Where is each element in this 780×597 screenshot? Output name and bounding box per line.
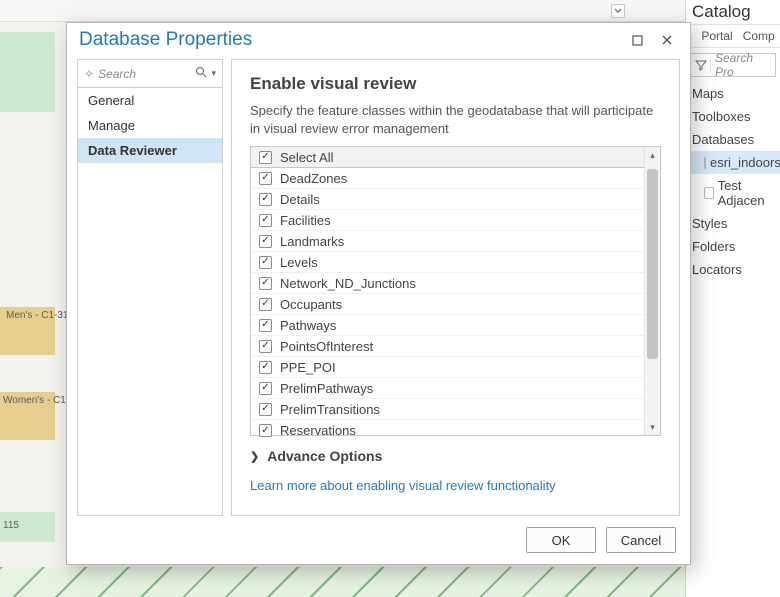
list-item-label: DeadZones [280,171,347,186]
scroll-down-icon[interactable]: ▾ [645,419,660,435]
collapse-button[interactable] [611,4,625,18]
checkbox[interactable] [259,340,272,353]
list-item[interactable]: PrelimPathways [251,378,644,399]
list-item[interactable]: PPE_POI [251,357,644,378]
catalog-panel: Catalog t Portal Comp Search Pro Maps To… [685,0,780,597]
catalog-item-locators[interactable]: Locators [686,258,780,281]
scroll-up-icon[interactable]: ▴ [645,147,660,163]
list-item-label: Pathways [280,318,336,333]
list-item[interactable]: Facilities [251,210,644,231]
checkbox[interactable] [259,235,272,248]
catalog-tab-computer[interactable]: Comp [743,29,775,43]
list-item-label: Network_ND_Junctions [280,276,416,291]
database-icon [704,157,706,169]
checkbox[interactable] [259,424,272,437]
checkbox[interactable] [259,403,272,416]
list-item[interactable]: Pathways [251,315,644,336]
maximize-button[interactable] [622,26,652,54]
list-item[interactable]: Levels [251,252,644,273]
select-all-label: Select All [280,150,333,165]
list-item[interactable]: PrelimTransitions [251,399,644,420]
room-label-3: 115 [3,520,19,531]
list-item[interactable]: Details [251,189,644,210]
catalog-db-indoors-label: esri_indoors_ [710,155,780,170]
checkbox-select-all[interactable] [259,151,272,164]
catalog-item-folders[interactable]: Folders [686,235,780,258]
list-item[interactable]: Reservations [251,420,644,441]
checkbox[interactable] [259,256,272,269]
list-item-label: PPE_POI [280,360,336,375]
cancel-button[interactable]: Cancel [606,527,676,553]
catalog-db-test[interactable]: Test Adjacen [686,174,780,212]
filter-icon[interactable] [691,59,711,71]
checkbox[interactable] [259,277,272,290]
room-label-1: Men's - C1-315 [6,310,74,322]
content-heading: Enable visual review [250,74,661,94]
advance-options-label: Advance Options [267,448,382,464]
checkbox[interactable] [259,214,272,227]
checkbox[interactable] [259,382,272,395]
dialog-footer: OK Cancel [67,516,690,564]
catalog-item-toolboxes[interactable]: Toolboxes [686,105,780,128]
feature-class-list: Select All DeadZones Details Facilities … [250,146,661,436]
dialog-nav-pane: ✧ Search ▾ General Manage Data Reviewer [77,59,223,516]
list-item[interactable]: DeadZones [251,168,644,189]
ok-button[interactable]: OK [526,527,596,553]
map-greenery [0,567,780,597]
nav-search[interactable]: ✧ Search ▾ [78,60,222,88]
list-item[interactable]: Occupants [251,294,644,315]
list-item-label: Facilities [280,213,331,228]
list-item-label: Landmarks [280,234,344,249]
close-button[interactable] [652,26,682,54]
catalog-item-styles[interactable]: Styles [686,212,780,235]
nav-search-placeholder: Search [98,67,191,81]
list-item-label: Details [280,192,320,207]
nav-data-reviewer[interactable]: Data Reviewer [78,138,222,163]
chevron-right-icon: ❯ [250,450,259,463]
nav-general[interactable]: General [78,88,222,113]
content-subtext: Specify the feature classes within the g… [250,102,661,138]
dialog-database-properties: Database Properties ✧ Search ▾ General M… [66,22,691,565]
dialog-content-pane: Enable visual review Specify the feature… [231,59,680,516]
checkbox[interactable] [259,193,272,206]
list-item[interactable]: Network_ND_Junctions [251,273,644,294]
database-icon [704,187,714,199]
dialog-titlebar[interactable]: Database Properties [67,23,690,57]
scrollbar[interactable]: ▴ ▾ [644,147,660,435]
list-item-label: PrelimTransitions [280,402,380,417]
catalog-title: Catalog [686,0,780,25]
list-item[interactable]: PointsOfInterest [251,336,644,357]
list-item-label: Occupants [280,297,342,312]
scroll-thumb[interactable] [647,169,658,359]
checkbox[interactable] [259,319,272,332]
catalog-db-test-label: Test Adjacen [718,178,774,208]
checkbox[interactable] [259,298,272,311]
nav-manage[interactable]: Manage [78,113,222,138]
select-all-row[interactable]: Select All [251,147,644,168]
catalog-db-indoors[interactable]: esri_indoors_ [686,151,780,174]
list-item-label: Levels [280,255,318,270]
list-item-label: Reservations [280,423,356,438]
catalog-tabs: t Portal Comp [686,25,780,48]
catalog-search-placeholder: Search Pro [711,51,775,79]
nav-list: General Manage Data Reviewer [78,88,222,515]
checkbox[interactable] [259,361,272,374]
advance-options-toggle[interactable]: ❯ Advance Options [250,448,661,464]
catalog-item-databases[interactable]: Databases [686,128,780,151]
background-topbar [0,0,780,22]
search-icon[interactable] [195,66,207,81]
checkbox[interactable] [259,172,272,185]
dialog-title: Database Properties [79,29,622,51]
chevron-down-icon[interactable]: ▾ [211,68,216,79]
catalog-search[interactable]: Search Pro [690,53,776,77]
list-item-label: PointsOfInterest [280,339,373,354]
catalog-tab-portal[interactable]: Portal [701,29,732,43]
catalog-item-maps[interactable]: Maps [686,82,780,105]
list-item[interactable]: Landmarks [251,231,644,252]
list-item-label: PrelimPathways [280,381,373,396]
sparkle-icon: ✧ [84,67,94,81]
learn-more-link[interactable]: Learn more about enabling visual review … [250,478,661,493]
